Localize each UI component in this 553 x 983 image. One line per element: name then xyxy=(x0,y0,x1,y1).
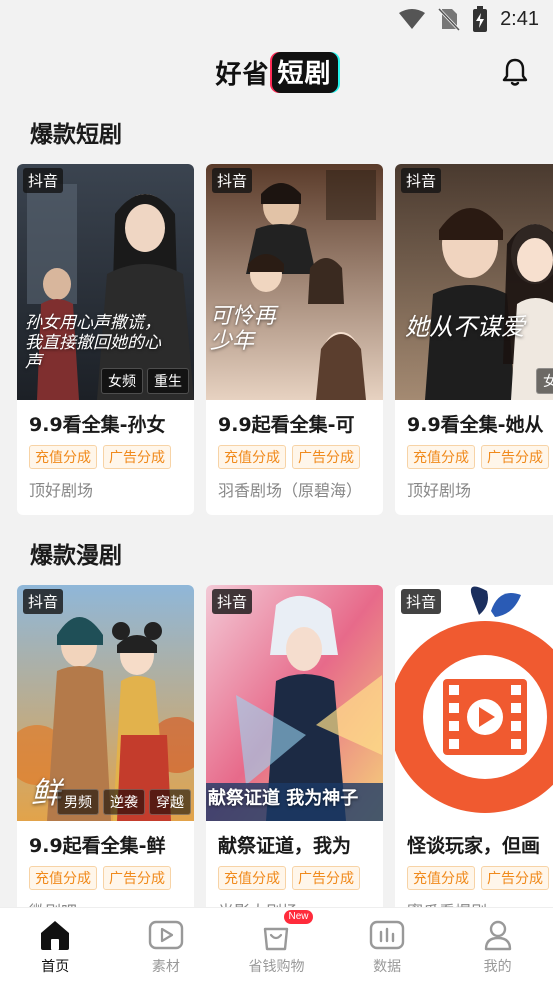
platform-badge: 抖音 xyxy=(23,589,64,614)
drama-title[interactable]: 怪谈玩家，但画 xyxy=(395,821,553,858)
recharge-share-tag: 充值分成 xyxy=(407,445,475,469)
poster-title-art: 献祭证道 我为神子 xyxy=(208,788,359,809)
genre-tag: 男频 xyxy=(57,789,99,815)
drama-poster[interactable]: 她从不谋爱 抖音 女频 xyxy=(395,164,553,400)
short-drama-row[interactable]: 孙女用心声撒谎，我直接撤回她的心声 抖音 女频 重生 9.9看全集-孙女 充值分… xyxy=(0,164,553,515)
poster-image xyxy=(206,585,383,821)
nav-label: 素材 xyxy=(151,959,180,975)
genre-tag: 女频 xyxy=(101,368,143,394)
poster-title-art: 可怜再少年 xyxy=(210,304,277,355)
nav-label: 数据 xyxy=(373,959,402,975)
battery-charging-icon xyxy=(473,6,488,32)
recharge-share-tag: 充值分成 xyxy=(218,866,286,890)
app-logo: 好省 短剧 xyxy=(215,51,338,93)
theater-name: 羽香剧场（原碧海） xyxy=(218,481,363,500)
section-title-short-drama: 爆款短剧 xyxy=(30,122,122,148)
genre-tags: 女频 重生 xyxy=(101,368,189,394)
drama-title[interactable]: 献祭证道，我为 xyxy=(206,821,383,858)
genre-tag: 女频 xyxy=(536,368,553,394)
recharge-share-tag: 充值分成 xyxy=(29,445,97,469)
logo-text: 好省 xyxy=(215,59,270,90)
recharge-share-tag: 充值分成 xyxy=(218,445,286,469)
genre-tag: 穿越 xyxy=(149,789,191,815)
bar-chart-icon xyxy=(369,918,405,952)
app-header: 好省 短剧 xyxy=(0,38,553,106)
drama-title[interactable]: 9.9起看全集-可 xyxy=(206,400,383,437)
nav-label: 省钱购物 xyxy=(248,959,305,975)
recharge-share-tag: 充值分成 xyxy=(29,866,97,890)
nav-label: 我的 xyxy=(483,959,512,975)
nav-label: 首页 xyxy=(41,959,70,975)
nav-shopping[interactable]: New 省钱购物 xyxy=(226,910,326,976)
user-icon xyxy=(480,918,516,952)
clock: 2:41 xyxy=(500,7,539,30)
platform-badge: 抖音 xyxy=(401,168,442,193)
platform-badge: 抖音 xyxy=(212,589,253,614)
drama-poster[interactable]: 鲜 抖音 男频 逆袭 穿越 xyxy=(17,585,194,821)
drama-poster[interactable]: 可怜再少年 抖音 xyxy=(206,164,383,400)
share-tags: 充值分成 广告分成 xyxy=(17,858,194,890)
ad-share-tag: 广告分成 xyxy=(103,866,171,890)
drama-title[interactable]: 9.9看全集-她从 xyxy=(395,400,553,437)
genre-tags: 男频 逆袭 穿越 xyxy=(57,789,191,815)
new-badge: New xyxy=(284,910,313,924)
drama-card[interactable]: 孙女用心声撒谎，我直接撤回她的心声 抖音 女频 重生 9.9看全集-孙女 充值分… xyxy=(17,164,194,515)
drama-poster[interactable]: 献祭证道 我为神子 抖音 xyxy=(206,585,383,821)
drama-card[interactable]: 她从不谋爱 抖音 女频 9.9看全集-她从 充值分成 广告分成 顶好剧场 xyxy=(395,164,553,515)
ad-share-tag: 广告分成 xyxy=(103,445,171,469)
platform-badge: 抖音 xyxy=(401,589,442,614)
genre-tag: 重生 xyxy=(147,368,189,394)
nav-materials[interactable]: 素材 xyxy=(116,918,216,976)
play-video-icon xyxy=(148,918,184,952)
recharge-share-tag: 充值分成 xyxy=(407,866,475,890)
comic-drama-row[interactable]: 鲜 抖音 男频 逆袭 穿越 9.9起看全集-鲜 充值分成 广告分成 微剧吧 xyxy=(0,585,553,936)
drama-card[interactable]: 可怜再少年 抖音 9.9起看全集-可 充值分成 广告分成 羽香剧场（原碧海） xyxy=(206,164,383,515)
nav-home[interactable]: 首页 xyxy=(5,918,105,976)
share-tags: 充值分成 广告分成 xyxy=(206,858,383,890)
drama-card[interactable]: 鲜 抖音 男频 逆袭 穿越 9.9起看全集-鲜 充值分成 广告分成 微剧吧 xyxy=(17,585,194,936)
ad-share-tag: 广告分成 xyxy=(481,445,549,469)
home-icon xyxy=(37,918,73,952)
wifi-icon xyxy=(399,9,426,29)
genre-tags: 女频 xyxy=(536,368,553,394)
bottom-nav: 首页 素材 New 省钱购物 数据 我的 xyxy=(0,907,553,983)
poster-title-art: 孙女用心声撒谎，我直接撤回她的心声 xyxy=(25,313,161,373)
poster-title-art: 她从不谋爱 xyxy=(405,313,525,341)
status-bar: 2:41 xyxy=(0,0,553,38)
drama-poster[interactable]: 抖音 xyxy=(395,585,553,821)
nav-data[interactable]: 数据 xyxy=(337,918,437,976)
poster-image xyxy=(395,164,553,400)
platform-badge: 抖音 xyxy=(212,168,253,193)
theater-name: 顶好剧场 xyxy=(407,481,472,500)
share-tags: 充值分成 广告分成 xyxy=(395,437,553,469)
ad-share-tag: 广告分成 xyxy=(292,445,360,469)
ad-share-tag: 广告分成 xyxy=(292,866,360,890)
poster-image xyxy=(395,585,553,821)
no-sim-icon xyxy=(438,7,461,31)
section-title-comic-drama: 爆款漫剧 xyxy=(30,543,122,569)
drama-title[interactable]: 9.9起看全集-鲜 xyxy=(17,821,194,858)
ad-share-tag: 广告分成 xyxy=(481,866,549,890)
share-tags: 充值分成 广告分成 xyxy=(17,437,194,469)
nav-profile[interactable]: 我的 xyxy=(448,918,548,976)
genre-tag: 逆袭 xyxy=(103,789,145,815)
bell-icon[interactable] xyxy=(499,56,531,88)
drama-card[interactable]: 献祭证道 我为神子 抖音 献祭证道，我为 充值分成 广告分成 光影大剧场 xyxy=(206,585,383,936)
drama-title[interactable]: 9.9看全集-孙女 xyxy=(17,400,194,437)
share-tags: 充值分成 广告分成 xyxy=(206,437,383,469)
poster-image xyxy=(206,164,383,400)
drama-card[interactable]: 抖音 怪谈玩家，但画 充值分成 广告分成 蜜瓜看爆剧 xyxy=(395,585,553,936)
theater-name: 顶好剧场 xyxy=(29,481,94,500)
drama-poster[interactable]: 孙女用心声撒谎，我直接撤回她的心声 抖音 女频 重生 xyxy=(17,164,194,400)
logo-badge: 短剧 xyxy=(271,51,338,93)
platform-badge: 抖音 xyxy=(23,168,64,193)
share-tags: 充值分成 广告分成 xyxy=(395,858,553,890)
